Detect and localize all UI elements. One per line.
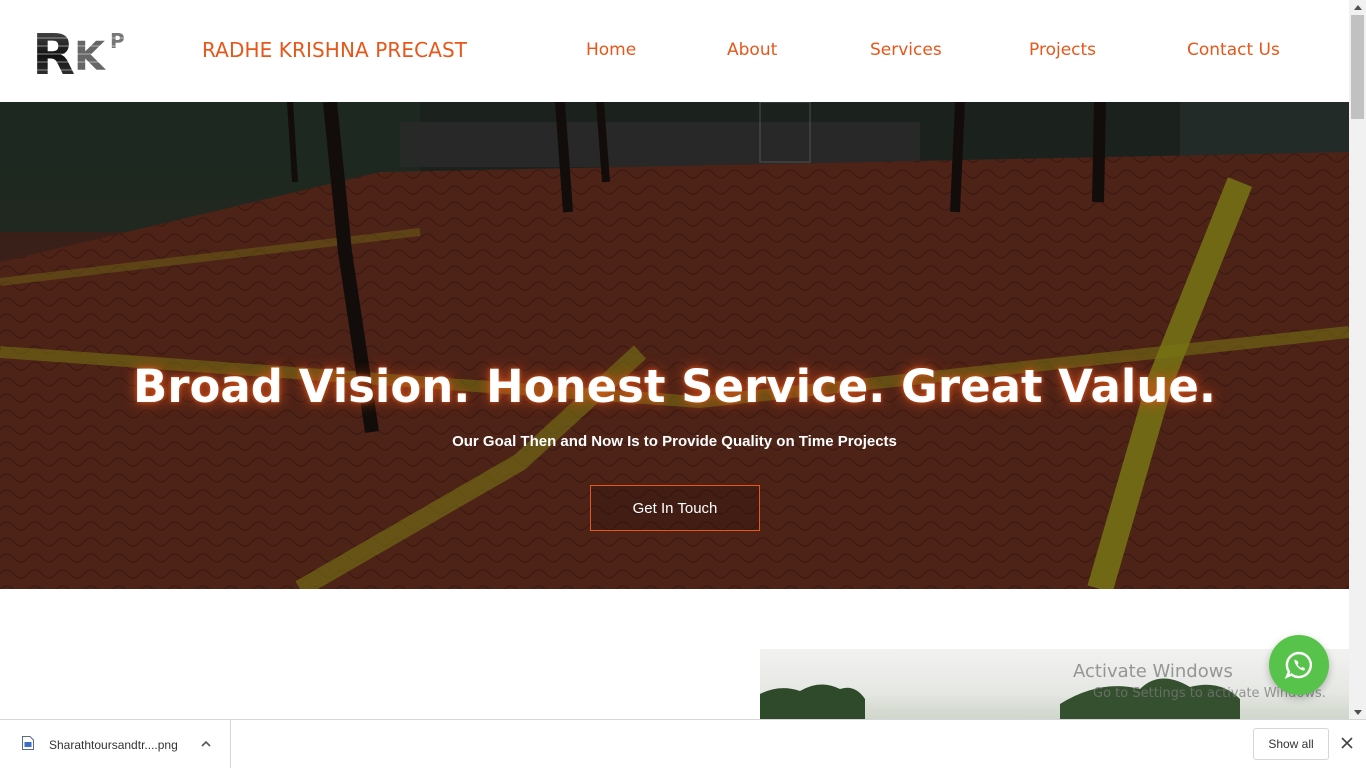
image-file-icon xyxy=(22,736,34,750)
whatsapp-button[interactable] xyxy=(1269,635,1329,695)
get-in-touch-button[interactable]: Get In Touch xyxy=(590,485,760,531)
download-bar: Sharathtoursandtr....png Show all xyxy=(0,719,1366,768)
nav-home[interactable]: Home xyxy=(586,40,636,60)
download-file-name[interactable]: Sharathtoursandtr....png xyxy=(49,738,178,752)
download-item[interactable]: Sharathtoursandtr....png xyxy=(0,720,231,768)
chevron-up-icon[interactable] xyxy=(199,737,213,751)
scrollbar-thumb[interactable] xyxy=(1351,15,1364,119)
browser-page: R K P RADHE KRISHNA PRECAST Home About S… xyxy=(0,0,1366,768)
show-all-button[interactable]: Show all xyxy=(1253,728,1329,760)
main-nav: Home About Services Projects Contact Us xyxy=(0,40,1349,64)
whatsapp-icon xyxy=(1284,651,1312,679)
nav-about[interactable]: About xyxy=(727,40,777,60)
hero-subtitle: Our Goal Then and Now Is to Provide Qual… xyxy=(452,433,897,450)
hero-banner: Broad Vision. Honest Service. Great Valu… xyxy=(0,102,1349,589)
close-icon[interactable] xyxy=(1340,736,1354,750)
site-header: R K P RADHE KRISHNA PRECAST Home About S… xyxy=(0,0,1349,102)
scroll-down-arrow-icon[interactable] xyxy=(1349,705,1366,719)
scroll-up-arrow-icon[interactable] xyxy=(1349,0,1366,14)
nav-projects[interactable]: Projects xyxy=(1029,40,1096,60)
nav-contact-us[interactable]: Contact Us xyxy=(1187,40,1280,60)
vertical-scrollbar[interactable] xyxy=(1349,0,1366,719)
hero-title: Broad Vision. Honest Service. Great Valu… xyxy=(133,360,1216,413)
nav-services[interactable]: Services xyxy=(870,40,942,60)
